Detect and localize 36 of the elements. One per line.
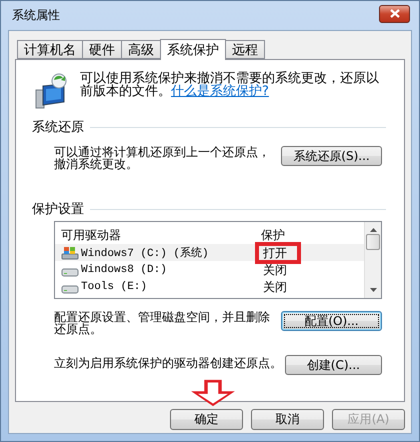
system-drive-icon bbox=[61, 246, 79, 260]
restore-description: 可以通过将计算机还原到上一个还原点，撤消系统更改。 bbox=[54, 146, 271, 170]
scroll-down-icon[interactable] bbox=[370, 288, 376, 292]
protection-status: 打开 bbox=[255, 242, 301, 264]
drive-row[interactable]: Tools (E:) 关闭 bbox=[55, 278, 364, 295]
tab[interactable]: 计算机名 bbox=[17, 40, 83, 59]
tab[interactable]: 系统保护 bbox=[160, 39, 226, 60]
scroll-thumb[interactable] bbox=[366, 234, 380, 250]
tab[interactable]: 硬件 bbox=[82, 40, 122, 59]
scroll-up-icon[interactable] bbox=[370, 228, 376, 232]
system-restore-button[interactable]: 系统还原(S)... bbox=[281, 146, 382, 166]
close-button[interactable] bbox=[379, 4, 410, 22]
group-title: 保护设置 bbox=[32, 201, 84, 218]
protection-status: 关闭 bbox=[262, 262, 288, 278]
configure-button[interactable]: 配置(O)... bbox=[281, 311, 382, 331]
create-description: 立刻为启用系统保护的驱动器创建还原点。 bbox=[54, 355, 283, 369]
close-icon bbox=[390, 9, 400, 18]
drive-name: Windows7 (C:) (系统) bbox=[81, 246, 209, 260]
drive-name: Tools (E:) bbox=[81, 280, 148, 292]
column-header: 可用驱动器 bbox=[61, 226, 121, 244]
tab[interactable]: 高级 bbox=[121, 40, 161, 59]
drive-row[interactable]: Windows8 (D:) 关闭 bbox=[55, 261, 364, 278]
window-title: 系统属性 bbox=[12, 7, 60, 24]
drive-name: Windows8 (D:) bbox=[81, 264, 167, 276]
protection-status: 关闭 bbox=[262, 278, 288, 296]
dialog-button[interactable]: 确定 bbox=[170, 409, 243, 430]
intro-text: 可以使用系统保护来撤消不需要的系统更改，还原以前版本的文件。什么是系统保护? bbox=[80, 72, 380, 98]
column-header: 保护 bbox=[261, 226, 285, 244]
create-button[interactable]: 创建(C)... bbox=[284, 355, 382, 375]
group-title: 系统还原 bbox=[32, 119, 84, 136]
tab[interactable]: 远程 bbox=[225, 40, 265, 59]
configure-description: 配置还原设置、管理磁盘空间，并且删除还原点。 bbox=[54, 311, 271, 335]
dialog-button[interactable]: 取消 bbox=[251, 409, 324, 430]
drive-row[interactable]: Windows7 (C:) (系统) 打开 bbox=[55, 244, 364, 261]
help-link[interactable]: 什么是系统保护? bbox=[171, 84, 269, 99]
scrollbar[interactable] bbox=[364, 222, 381, 298]
